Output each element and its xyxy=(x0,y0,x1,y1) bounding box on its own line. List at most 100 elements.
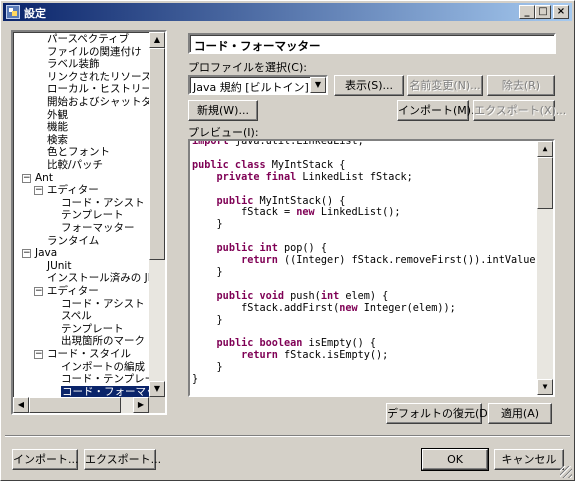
code-text: } xyxy=(192,374,199,386)
scroll-left-arrow-icon[interactable]: ◀ xyxy=(13,397,29,413)
tree-item[interactable]: ランタイム xyxy=(47,235,99,248)
tree-item-label: 機能 xyxy=(47,121,68,134)
collapse-icon[interactable]: − xyxy=(22,249,31,259)
restore-defaults-button[interactable]: デフォルトの復元(D) xyxy=(386,403,492,424)
tree-item[interactable]: 色とフォント xyxy=(47,146,110,159)
footer-separator xyxy=(5,435,570,437)
scroll-up-arrow-icon[interactable]: ▲ xyxy=(537,141,553,157)
tree-item[interactable]: スペル xyxy=(61,310,92,323)
tree-item-label: ファイルの関連付け xyxy=(47,45,142,58)
footer-export-button[interactable]: エクスポート... xyxy=(84,449,161,470)
import-profile-button[interactable]: インポート(M)... xyxy=(397,100,482,121)
maximize-button[interactable]: □ xyxy=(535,5,551,19)
scroll-up-arrow-icon[interactable]: ▲ xyxy=(149,32,165,48)
tree-item[interactable]: ファイルの関連付け xyxy=(47,46,142,59)
tree-item[interactable]: インポートの編成 xyxy=(61,361,145,374)
tree-item[interactable]: インストール済みの JRE xyxy=(47,272,162,285)
tree-item[interactable]: コード・アシスト xyxy=(61,197,145,210)
tree-item[interactable]: − コード・スタイル xyxy=(34,348,131,361)
preferences-dialog: 設定 _ □ × パースペクティブ ファイルの関連付け ラベル装飾 リンクされたリソー… xyxy=(0,0,575,481)
show-profile-button[interactable]: 表示(S)... xyxy=(334,75,404,96)
code-keyword: public class xyxy=(192,159,266,171)
code-line: } xyxy=(192,267,553,279)
tree-scroll-thumb[interactable] xyxy=(149,48,165,260)
tree-item-label: リンクされたリソース xyxy=(47,70,152,83)
export-profile-button[interactable]: エクスポート(X)... xyxy=(473,100,566,121)
preview-code: import java.util.LinkedList; public clas… xyxy=(192,139,553,386)
tree-item[interactable]: テンプレート xyxy=(61,209,124,222)
collapse-icon[interactable]: − xyxy=(34,350,43,359)
collapse-icon[interactable]: − xyxy=(34,287,43,296)
code-text: pop() { xyxy=(277,243,327,255)
preview-code-area[interactable]: import java.util.LinkedList; public clas… xyxy=(188,139,555,397)
tree-item[interactable]: 外観 xyxy=(47,109,68,122)
code-line: public MyIntStack() { xyxy=(192,196,553,208)
tree-item[interactable]: 比較/パッチ xyxy=(47,159,103,172)
tree-item-label: 出現箇所のマーク xyxy=(61,335,145,348)
tree-item-label: パースペクティブ xyxy=(47,33,130,45)
tree-item-label: フォーマッター xyxy=(61,222,135,234)
collapse-icon[interactable]: − xyxy=(34,186,43,196)
code-line: private final LinkedList fStack; xyxy=(192,172,553,184)
code-line: } xyxy=(192,219,553,231)
tree-item[interactable]: テンプレート xyxy=(61,323,124,336)
tree-item[interactable]: − Java xyxy=(22,247,58,260)
code-text: push( xyxy=(284,290,321,302)
tree-item[interactable]: ラベル装飾 xyxy=(47,58,100,71)
rename-profile-button[interactable]: 名前変更(N)... xyxy=(407,75,483,96)
close-button[interactable]: × xyxy=(553,5,569,19)
tree-item[interactable]: 検索 xyxy=(47,134,68,147)
scroll-down-arrow-icon[interactable]: ▼ xyxy=(537,379,553,395)
tree-item-label: コード・アシスト xyxy=(61,196,145,209)
profile-select[interactable]: Java 規約 [ビルトイン] ▼ xyxy=(188,75,328,95)
tree-item[interactable]: 機能 xyxy=(47,121,68,134)
ok-button[interactable]: OK xyxy=(421,448,489,471)
tree-item-label: Java xyxy=(35,247,58,260)
scroll-right-arrow-icon[interactable]: ▶ xyxy=(133,397,149,413)
code-text: elem) { xyxy=(339,290,389,302)
code-line: fStack = new LinkedList(); xyxy=(192,207,553,219)
code-text: LinkedList(); xyxy=(314,207,401,219)
remove-profile-button[interactable]: 除去(R) xyxy=(487,75,555,96)
tree-item-label: インポートの編成 xyxy=(61,360,145,373)
scrollbar-corner xyxy=(149,397,165,413)
scroll-down-arrow-icon[interactable]: ▼ xyxy=(149,381,165,397)
apply-button[interactable]: 適用(A) xyxy=(488,403,552,424)
cancel-button[interactable]: キャンセル xyxy=(494,449,564,470)
tree-item[interactable]: リンクされたリソース xyxy=(47,71,151,84)
minimize-button[interactable]: _ xyxy=(519,5,535,19)
new-profile-button[interactable]: 新規(W)... xyxy=(188,100,258,121)
tree-item[interactable]: コード・アシスト xyxy=(61,298,145,311)
tree-item[interactable]: フォーマッター xyxy=(61,222,135,235)
tree-item[interactable]: − Ant xyxy=(22,172,53,185)
tree-item[interactable]: − エディター xyxy=(34,285,99,298)
footer-import-button[interactable]: インポート... xyxy=(12,449,79,470)
chevron-down-icon[interactable]: ▼ xyxy=(310,77,326,93)
profile-select-value: Java 規約 [ビルトイン] xyxy=(193,81,309,94)
preview-scroll-thumb[interactable] xyxy=(537,157,553,209)
tree-item-label: スペル xyxy=(61,310,92,323)
tree-item[interactable]: 出現箇所のマーク xyxy=(61,335,145,348)
tree-vertical-scrollbar[interactable]: ▲ ▼ xyxy=(149,32,165,397)
code-line: public class MyIntStack { xyxy=(192,159,553,172)
code-text: fStack = xyxy=(192,207,297,219)
collapse-icon[interactable]: − xyxy=(22,173,31,183)
preview-vertical-scrollbar[interactable]: ▲ ▼ xyxy=(537,141,553,395)
window-title: 設定 xyxy=(24,7,46,20)
tree-item[interactable]: ローカル・ヒストリー xyxy=(47,83,152,96)
preferences-tree[interactable]: パースペクティブ ファイルの関連付け ラベル装飾 リンクされたリソース ローカル・ヒスト… xyxy=(11,30,167,415)
code-keyword: import xyxy=(192,139,229,147)
code-line: public int pop() { xyxy=(192,243,553,255)
profile-label: プロファイルを選択(C): xyxy=(188,61,307,74)
tree-item-label: 検索 xyxy=(47,133,68,146)
tree-item[interactable]: パースペクティブ xyxy=(47,33,129,46)
code-text: fStack.addFirst( xyxy=(192,302,340,314)
title-bar[interactable]: 設定 _ □ × xyxy=(3,3,572,21)
tree-item[interactable]: JUnit xyxy=(47,260,71,273)
resize-grip-icon[interactable] xyxy=(560,466,572,478)
code-line: import java.util.LinkedList; xyxy=(192,139,553,148)
tree-hscroll-thumb[interactable] xyxy=(29,397,121,413)
tree-item[interactable]: − エディター xyxy=(34,184,99,197)
tree-horizontal-scrollbar[interactable]: ◀ ▶ xyxy=(13,397,149,413)
